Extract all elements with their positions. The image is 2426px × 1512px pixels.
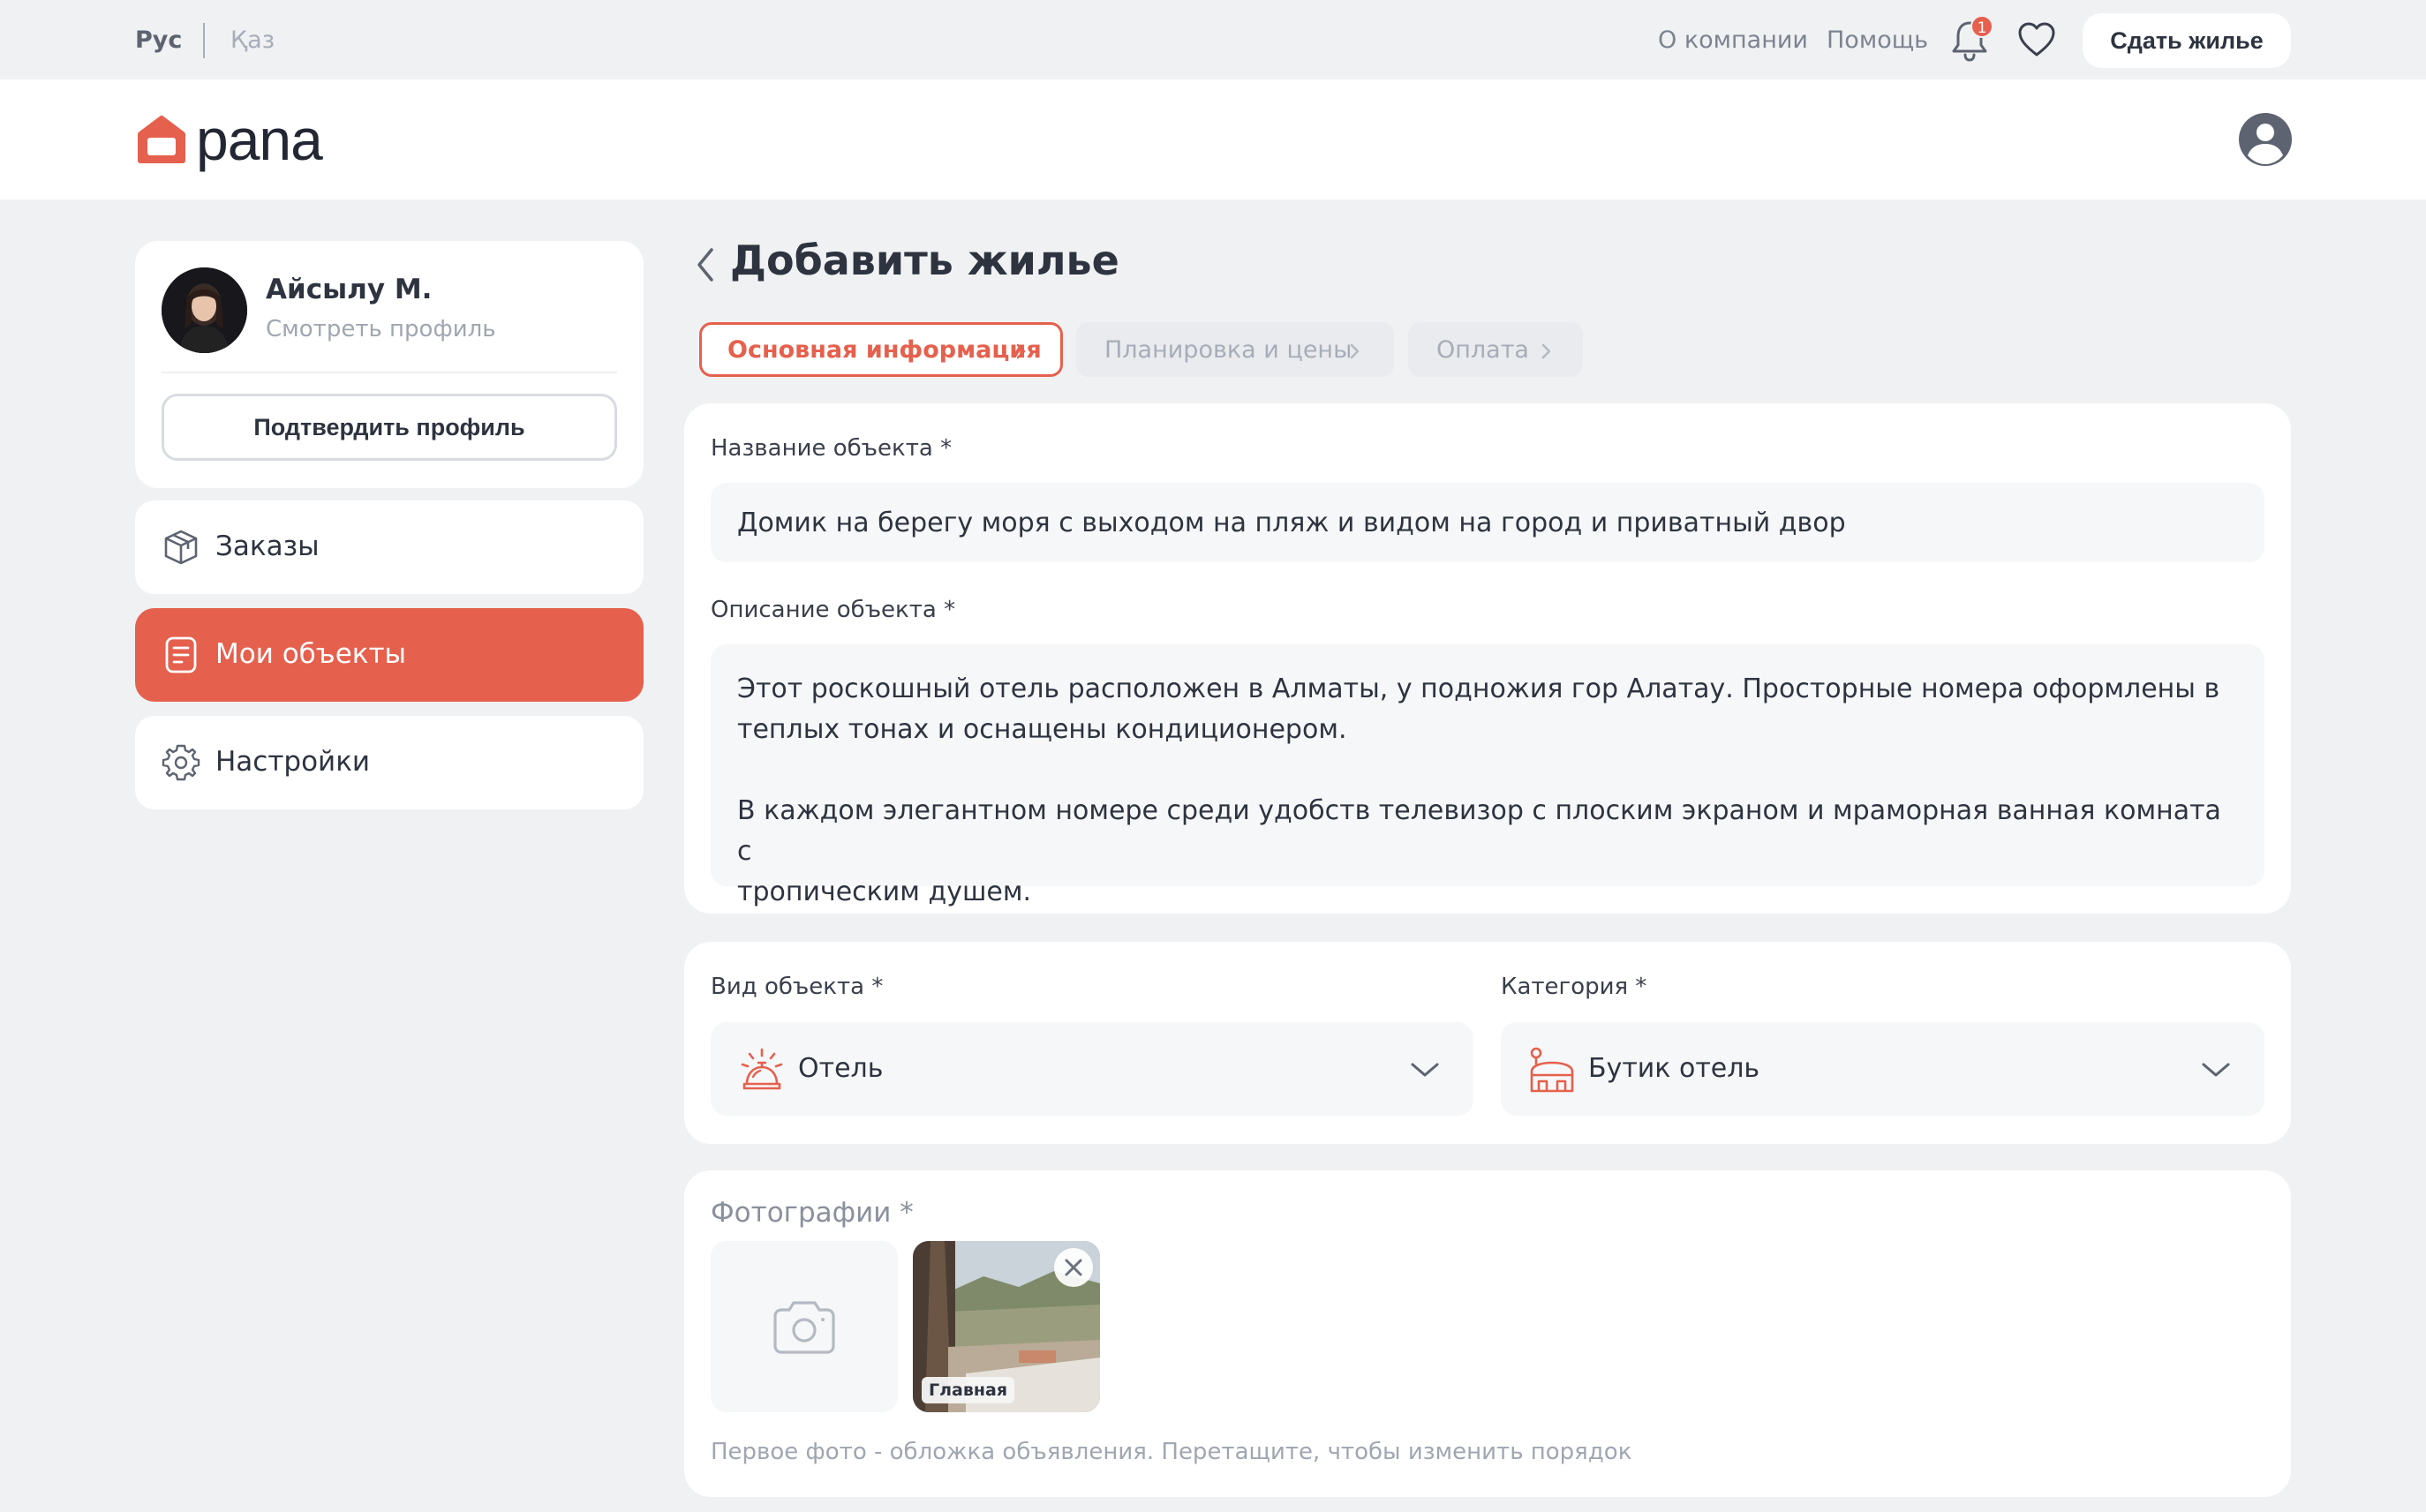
- view-profile-link[interactable]: Смотреть профиль: [266, 316, 496, 342]
- photos-label: Фотографии *: [711, 1197, 914, 1229]
- gear-icon: [162, 744, 200, 781]
- page-title: Добавить жилье: [730, 237, 1119, 284]
- profile-card: Айсылу М. Смотреть профиль Подтвердить п…: [135, 241, 644, 488]
- object-type-value: Отель: [798, 1053, 884, 1084]
- photos-section: Фотографии * Главная Первое фото - облож…: [684, 1170, 2291, 1497]
- basic-info-section: Название объекта * Описание объекта * Эт…: [684, 403, 2291, 914]
- object-description-textarea[interactable]: Этот роскошный отель расположен в Алматы…: [711, 644, 2264, 907]
- about-company-link[interactable]: О компании: [1658, 26, 1808, 54]
- object-title-input[interactable]: [711, 483, 2264, 562]
- description-field-label: Описание объекта *: [711, 597, 956, 623]
- chevron-right-icon: [1541, 343, 1551, 359]
- user-avatar-icon[interactable]: [2237, 111, 2294, 168]
- category-value: Бутик отель: [1588, 1053, 1760, 1084]
- box-icon: [164, 530, 198, 565]
- title-field-label: Название объекта *: [711, 435, 953, 462]
- hotel-bell-icon: [741, 1048, 783, 1090]
- photo-thumbnail[interactable]: Главная: [913, 1241, 1100, 1412]
- boutique-hotel-icon: [1530, 1047, 1574, 1093]
- language-divider: [203, 23, 205, 58]
- sidebar-item-label: Заказы: [215, 530, 320, 562]
- chevron-down-icon: [1411, 1063, 1439, 1077]
- object-type-select[interactable]: Отель: [711, 1022, 1473, 1116]
- logo-house-icon[interactable]: [135, 115, 188, 166]
- chevron-down-icon: [2202, 1063, 2230, 1077]
- type-field-label: Вид объекта *: [711, 974, 884, 1000]
- type-category-section: Вид объекта * Отель Категория * Бутик от…: [684, 942, 2291, 1144]
- avatar[interactable]: [162, 267, 247, 353]
- sidebar-item-label: Мои объекты: [215, 638, 407, 670]
- add-photo-button[interactable]: [711, 1241, 898, 1412]
- language-ru[interactable]: Рус: [135, 26, 182, 54]
- chevron-right-icon: [1350, 343, 1360, 359]
- profile-name: Айсылу М.: [266, 274, 433, 305]
- close-icon: [1065, 1259, 1082, 1276]
- document-icon: [165, 636, 197, 673]
- confirm-profile-button[interactable]: Подтвердить профиль: [162, 394, 617, 461]
- category-field-label: Категория *: [1501, 974, 1647, 1000]
- sidebar-item-orders[interactable]: Заказы: [135, 500, 644, 594]
- step-label: Основная информация: [727, 336, 1042, 364]
- step-tab-layout-prices[interactable]: Планировка и цены: [1076, 322, 1394, 377]
- chevron-right-icon: [1016, 343, 1026, 359]
- step-tab-basic-info[interactable]: Основная информация: [699, 322, 1063, 377]
- logo-text[interactable]: pana: [196, 106, 323, 173]
- rent-out-button[interactable]: Сдать жилье: [2083, 13, 2291, 68]
- remove-photo-button[interactable]: [1054, 1248, 1093, 1287]
- top-bar: Рус Қаз О компании Помощь 1 Сдать жилье: [0, 0, 2426, 79]
- heart-icon[interactable]: [2016, 21, 2057, 58]
- sidebar-item-settings[interactable]: Настройки: [135, 716, 644, 809]
- category-select[interactable]: Бутик отель: [1501, 1022, 2264, 1116]
- divider: [162, 372, 617, 373]
- photos-hint: Первое фото - обложка объявления. Перета…: [711, 1439, 1632, 1465]
- header: pana: [0, 79, 2426, 199]
- sidebar-item-my-objects[interactable]: Мои объекты: [135, 608, 644, 702]
- step-label: Оплата: [1436, 336, 1529, 364]
- chevron-left-icon[interactable]: [692, 244, 719, 285]
- step-tab-payment[interactable]: Оплата: [1408, 322, 1583, 377]
- main-photo-badge: Главная: [922, 1377, 1015, 1403]
- step-label: Планировка и цены: [1104, 336, 1352, 364]
- help-link[interactable]: Помощь: [1827, 26, 1928, 54]
- language-kz[interactable]: Қаз: [230, 26, 275, 54]
- sidebar-item-label: Настройки: [215, 746, 371, 778]
- notification-badge: 1: [1970, 15, 1993, 38]
- camera-icon: [773, 1301, 835, 1354]
